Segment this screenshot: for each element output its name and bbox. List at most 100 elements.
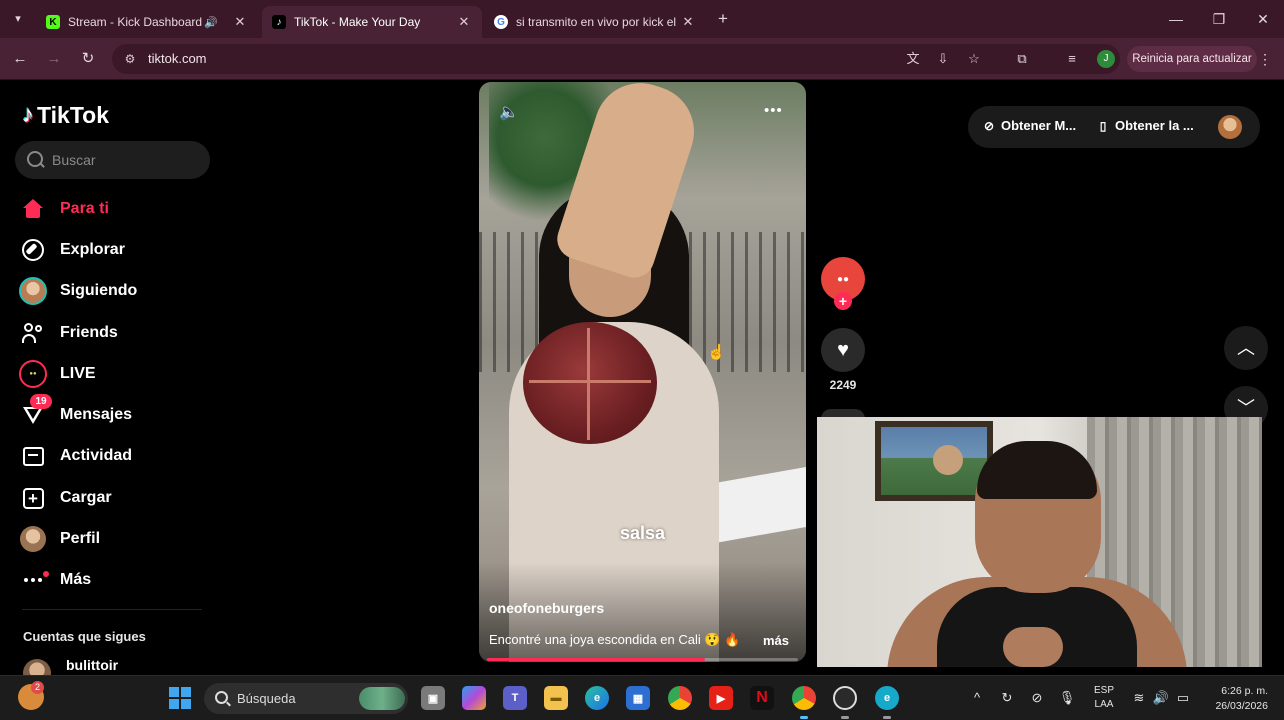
profile-avatar-icon[interactable]: J — [1097, 50, 1115, 68]
obs-icon[interactable] — [833, 686, 857, 710]
site-settings-icon[interactable]: ⚙ — [122, 51, 138, 67]
microphone-icon[interactable]: 🎙 — [1058, 688, 1076, 708]
video-progress-bar[interactable] — [487, 658, 798, 661]
tiktok-icon: ♪ — [272, 15, 286, 29]
tab-kick-dashboard[interactable]: K Stream - Kick Dashboard 🔊 ✕ — [36, 6, 258, 38]
back-icon[interactable]: ← — [9, 48, 31, 70]
task-view-icon[interactable]: ▣ — [421, 686, 445, 710]
sync-icon[interactable]: ↻ — [998, 688, 1016, 708]
sidebar-item-mensajes[interactable]: 19 Mensajes — [18, 394, 132, 432]
media-controls-icon[interactable]: ≡ — [1062, 49, 1082, 69]
new-tab-icon[interactable]: + — [713, 9, 733, 29]
get-app-button[interactable]: ▯ Obtener la ... — [1096, 118, 1194, 133]
install-app-icon[interactable]: ⇩ — [934, 50, 952, 68]
translate-icon[interactable]: 文 — [904, 50, 922, 68]
sidebar-item-label: Actividad — [60, 447, 133, 464]
volume-icon[interactable]: 🔊 — [1152, 688, 1170, 708]
chrome-icon[interactable] — [668, 686, 692, 710]
update-button[interactable]: Reinicia para actualizar — [1127, 46, 1257, 72]
close-tab-icon[interactable]: ✕ — [232, 14, 248, 30]
close-tab-icon[interactable]: ✕ — [456, 14, 472, 30]
url-text[interactable]: tiktok.com — [148, 51, 207, 66]
windows-start-icon[interactable] — [169, 687, 191, 709]
device-icon[interactable]: ⊘ — [1028, 688, 1046, 708]
tab-google-search[interactable]: G si transmito en vivo por kick el ✕ — [484, 6, 706, 38]
address-bar[interactable]: ⚙ tiktok.com 文 ⇩ ☆ — [112, 44, 1120, 74]
store-icon[interactable]: ▦ — [626, 686, 650, 710]
sidebar-item-cargar[interactable]: + Cargar — [18, 481, 112, 515]
home-icon — [18, 194, 48, 224]
clock-date: 26/03/2026 — [1215, 700, 1268, 712]
search-placeholder: Buscar — [52, 152, 96, 168]
previous-video-chevron-up-icon[interactable]: ︿ — [1224, 326, 1268, 370]
account-name: bulittoir — [66, 657, 119, 673]
volume-icon[interactable]: 🔈 — [499, 102, 523, 122]
show-hidden-icons-chevron-icon[interactable]: ^ — [970, 688, 984, 708]
file-explorer-icon[interactable]: ▬ — [544, 686, 568, 710]
browser-tab-strip: ▾ K Stream - Kick Dashboard 🔊 ✕ ♪ TikTok… — [0, 0, 1284, 38]
get-coins-button[interactable]: ⊘ Obtener M... — [982, 118, 1076, 133]
app-e-icon[interactable]: e — [875, 686, 899, 710]
follow-plus-icon[interactable]: + — [834, 292, 852, 310]
tab-title: TikTok - Make Your Day — [294, 15, 421, 29]
description-more-link[interactable]: más — [763, 633, 789, 648]
tab-search-chevron-icon[interactable]: ▾ — [8, 9, 28, 29]
video-description: Encontré una joya escondida en Cali 😲 🔥 — [489, 632, 739, 647]
heart-icon: ♥ — [837, 338, 849, 361]
browser-toolbar: ← → ↻ ⚙ tiktok.com 文 ⇩ ☆ ⧉ ≡ J Reinicia … — [0, 38, 1284, 80]
search-icon — [27, 151, 43, 167]
chrome-active-icon[interactable] — [792, 686, 816, 710]
like-button[interactable]: ♥ — [821, 328, 865, 372]
more-icon — [18, 565, 49, 595]
user-avatar[interactable] — [1218, 115, 1242, 139]
clock[interactable]: 6:26 p. m. 26/03/2026 — [1204, 684, 1268, 714]
chrome-menu-icon[interactable]: ⋮ — [1258, 49, 1272, 69]
sidebar-divider — [22, 609, 202, 610]
keyboard-layout: LAA — [1094, 699, 1114, 710]
bookmark-star-icon[interactable]: ☆ — [965, 50, 983, 68]
video-player[interactable]: 🔈 ••• salsa oneofoneburgers Encontré una… — [479, 82, 806, 662]
running-app-indicator — [841, 716, 849, 719]
edge-icon[interactable]: e — [585, 686, 609, 710]
coin-icon: ⊘ — [983, 118, 995, 133]
close-window-icon[interactable]: ✕ — [1248, 8, 1278, 30]
speaker-icon[interactable]: 🔊 — [204, 16, 220, 29]
sidebar-item-mas[interactable]: Más — [18, 563, 91, 597]
webcam-overlay — [817, 417, 1262, 667]
get-app-pill: ⊘ Obtener M... ▯ Obtener la ... — [968, 106, 1260, 148]
search-icon — [215, 691, 228, 704]
tab-tiktok[interactable]: ♪ TikTok - Make Your Day ✕ — [262, 6, 482, 38]
search-input[interactable]: Buscar — [15, 141, 210, 179]
video-frame-burger-bun — [523, 322, 657, 444]
sidebar-item-friends[interactable]: Friends — [18, 316, 118, 350]
video-more-options-icon[interactable]: ••• — [764, 102, 788, 119]
logo-text: TikTok — [37, 101, 109, 128]
extensions-puzzle-icon[interactable]: ⧉ — [1012, 49, 1032, 69]
language-indicator[interactable]: ESP LAA — [1093, 684, 1115, 712]
netflix-icon[interactable]: N — [750, 686, 774, 710]
sidebar-item-perfil[interactable]: Perfil — [18, 522, 100, 556]
tiktok-logo[interactable]: ♪ TikTok — [22, 99, 109, 131]
reload-icon[interactable]: ↻ — [77, 48, 99, 70]
video-author[interactable]: oneofoneburgers — [489, 600, 604, 616]
maximize-icon[interactable]: ❐ — [1204, 8, 1234, 30]
forward-icon[interactable]: → — [43, 48, 65, 70]
teams-icon[interactable]: T — [503, 686, 527, 710]
sidebar-item-actividad[interactable]: Actividad — [18, 439, 132, 473]
youtube-icon[interactable]: ▶ — [709, 686, 733, 710]
minimize-icon[interactable]: — — [1161, 8, 1191, 30]
get-coins-label: Obtener M... — [1001, 118, 1077, 133]
battery-icon[interactable]: ▭ — [1174, 688, 1192, 708]
taskbar-search-box[interactable]: Búsqueda — [204, 683, 408, 714]
following-account-item[interactable]: bulittoir — [23, 657, 119, 675]
sidebar-item-live[interactable]: ●● LIVE — [18, 357, 96, 391]
messages-icon: 19 — [18, 394, 52, 430]
close-tab-icon[interactable]: ✕ — [680, 14, 696, 30]
sidebar-item-label: LIVE — [60, 365, 96, 382]
copilot-icon[interactable] — [462, 686, 486, 710]
sidebar-item-siguiendo[interactable]: Siguiendo — [18, 274, 137, 308]
wifi-icon[interactable]: ≋ — [1130, 688, 1148, 708]
sidebar-item-para-ti[interactable]: Para ti — [18, 192, 109, 226]
sidebar-item-explorar[interactable]: Explorar — [18, 233, 125, 267]
widget-badge: 2 — [31, 681, 44, 694]
